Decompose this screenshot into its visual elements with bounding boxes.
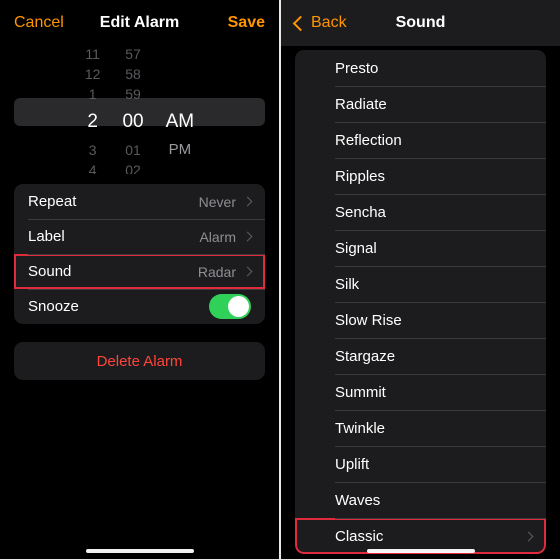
sound-option-presto[interactable]: Presto — [295, 50, 546, 86]
sound-list: PrestoRadiateReflectionRipplesSenchaSign… — [295, 50, 546, 554]
sound-option-stargaze[interactable]: Stargaze — [295, 338, 546, 374]
chevron-right-icon — [243, 267, 253, 277]
sound-option-waves[interactable]: Waves — [295, 482, 546, 518]
home-indicator[interactable] — [367, 549, 475, 553]
repeat-row[interactable]: Repeat Never — [14, 184, 265, 219]
label-label: Label — [28, 228, 65, 245]
sound-option-summit[interactable]: Summit — [295, 374, 546, 410]
sound-option-signal[interactable]: Signal — [295, 230, 546, 266]
snooze-row: Snooze — [14, 289, 265, 324]
sound-option-silk[interactable]: Silk — [295, 266, 546, 302]
nav-bar: Back Sound — [281, 0, 560, 46]
alarm-options: Repeat Never Label Alarm Sound Radar Sno… — [14, 184, 265, 324]
chevron-right-icon — [243, 197, 253, 207]
repeat-value: Never — [199, 194, 236, 210]
sound-label: Sound — [28, 263, 71, 280]
repeat-label: Repeat — [28, 193, 76, 210]
label-row[interactable]: Label Alarm — [14, 219, 265, 254]
chevron-right-icon — [243, 232, 253, 242]
screen-sound-picker: Back Sound PrestoRadiateReflectionRipple… — [281, 0, 560, 559]
sound-row[interactable]: Sound Radar — [14, 254, 265, 289]
minute-wheel[interactable]: 57 58 59 00 01 02 03 — [122, 42, 143, 174]
sound-option-radiate[interactable]: Radiate — [295, 86, 546, 122]
sound-option-sencha[interactable]: Sencha — [295, 194, 546, 230]
sound-value: Radar — [198, 264, 236, 280]
screen-edit-alarm: Cancel Edit Alarm Save 11 12 1 2 3 4 5 5… — [0, 0, 279, 559]
back-button[interactable]: Back — [295, 0, 347, 46]
nav-bar: Cancel Edit Alarm Save — [0, 0, 279, 46]
sound-option-twinkle[interactable]: Twinkle — [295, 410, 546, 446]
label-value: Alarm — [199, 229, 236, 245]
sound-option-uplift[interactable]: Uplift — [295, 446, 546, 482]
sound-option-reflection[interactable]: Reflection — [295, 122, 546, 158]
ampm-wheel[interactable]: . . . AM PM . . — [166, 42, 195, 174]
delete-alarm-button[interactable]: Delete Alarm — [14, 342, 265, 380]
chevron-right-icon — [524, 531, 534, 541]
page-title: Sound — [396, 14, 446, 32]
page-title: Edit Alarm — [100, 14, 179, 32]
delete-group: Delete Alarm — [14, 342, 265, 380]
snooze-label: Snooze — [28, 298, 79, 315]
home-indicator[interactable] — [86, 549, 194, 553]
save-button[interactable]: Save — [228, 0, 265, 46]
time-picker[interactable]: 11 12 1 2 3 4 5 57 58 59 00 01 02 03 . .… — [0, 42, 279, 174]
hour-wheel[interactable]: 11 12 1 2 3 4 5 — [85, 42, 101, 174]
cancel-button[interactable]: Cancel — [14, 0, 64, 46]
sound-option-ripples[interactable]: Ripples — [295, 158, 546, 194]
sound-option-slow-rise[interactable]: Slow Rise — [295, 302, 546, 338]
snooze-toggle[interactable] — [209, 294, 251, 319]
